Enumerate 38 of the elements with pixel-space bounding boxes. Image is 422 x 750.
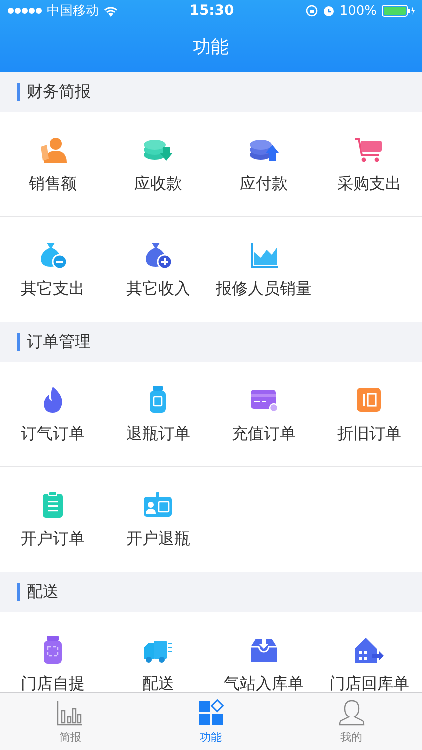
feature-tile[interactable]: 开户订单 (0, 467, 106, 572)
grid-icon (197, 698, 225, 726)
id-card-icon (143, 490, 174, 520)
feature-tile[interactable]: 销售额 (0, 112, 106, 216)
section-title: 配送 (27, 582, 59, 602)
feature-tile[interactable]: 门店回库单 (316, 612, 422, 692)
bar-chart-icon (56, 698, 84, 726)
building-arrow-icon (354, 635, 384, 665)
battery-icon (382, 5, 416, 17)
battery-percent: 100% (340, 4, 377, 18)
tab-bar-item[interactable]: 功能 (140, 693, 282, 750)
clock-time: 15:30 (190, 3, 234, 19)
area-chart-icon (248, 240, 279, 270)
feature-tile[interactable]: 报修人员销量 (211, 217, 316, 322)
cart-icon (354, 135, 384, 165)
feature-tile[interactable]: 配送 (106, 612, 211, 692)
feature-tile[interactable]: 折旧订单 (316, 362, 422, 466)
rotation-lock-icon (306, 5, 318, 17)
feature-tile[interactable]: 开户退瓶 (106, 467, 211, 572)
feature-tile[interactable]: 气站入库单 (211, 612, 316, 692)
feature-tile[interactable]: 应付款 (211, 112, 316, 216)
feature-tile[interactable]: 门店自提 (0, 612, 106, 692)
feature-tile[interactable]: 其它收入 (106, 217, 211, 322)
feature-tile[interactable]: 其它支出 (0, 217, 106, 322)
feature-tile[interactable]: 退瓶订单 (106, 362, 211, 466)
section-title: 订单管理 (27, 332, 91, 352)
feature-tile[interactable]: 订气订单 (0, 362, 106, 466)
page-title: 功能 (193, 36, 229, 59)
feature-tile[interactable]: 应收款 (106, 112, 211, 216)
section-title: 财务简报 (27, 82, 91, 102)
wifi-icon (104, 6, 118, 16)
carrier-name: 中国移动 (47, 3, 99, 20)
feature-tile[interactable]: 采购支出 (316, 112, 422, 216)
money-bag-plus-icon (143, 240, 174, 270)
signal-icon (8, 8, 42, 14)
feature-tile[interactable]: 充值订单 (211, 362, 316, 466)
alarm-icon (322, 5, 335, 17)
user-icon (338, 698, 366, 726)
